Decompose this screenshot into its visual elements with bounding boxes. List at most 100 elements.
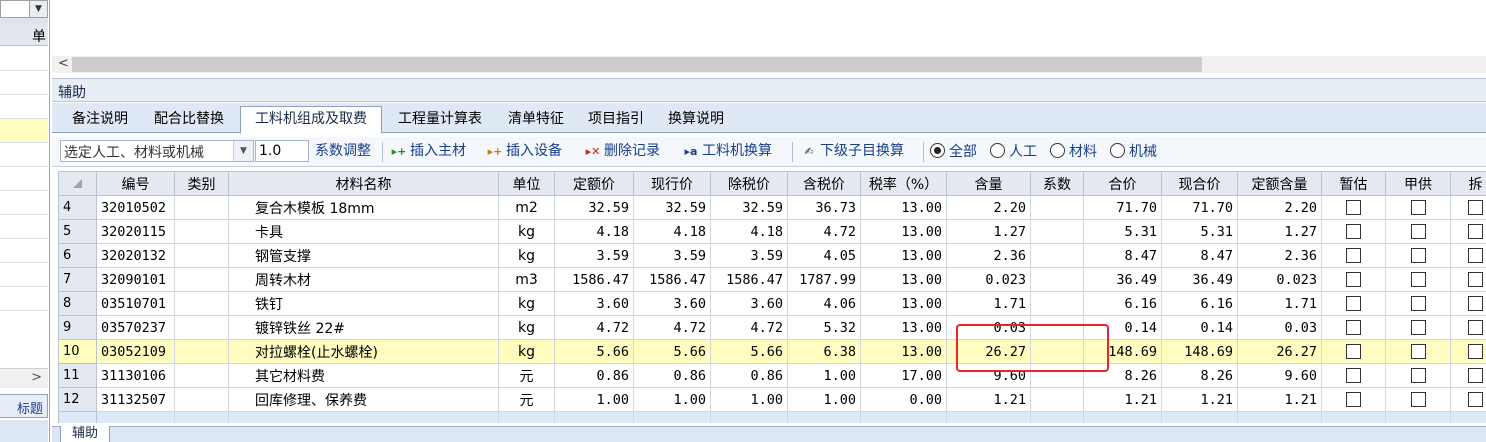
- cell-quantity[interactable]: 9.60: [946, 363, 1031, 388]
- table-row[interactable]: 8 03510701 铁钉 kg 3.60 3.60 3.60 4.06 13.00 1.71 6.…: [58, 291, 1486, 316]
- split-checkbox[interactable]: [1468, 344, 1483, 359]
- cell-quantity[interactable]: 0.023: [946, 267, 1031, 292]
- owner-supply-checkbox[interactable]: [1410, 368, 1426, 383]
- table-row[interactable]: 9 03570237 镀锌铁丝 22# kg 4.72 4.72 4.72 5.32 13.00…: [58, 315, 1486, 340]
- col-header-inc-tax-price[interactable]: 含税价: [787, 171, 861, 196]
- owner-supply-checkbox[interactable]: [1410, 224, 1426, 239]
- owner-supply-checkbox[interactable]: [1410, 272, 1426, 287]
- row-number[interactable]: 8: [58, 291, 97, 316]
- left-row[interactable]: [0, 143, 48, 167]
- filter-machine-radio[interactable]: 机械: [1110, 142, 1157, 162]
- table-row[interactable]: 10 03052109 对拉螺栓(止水螺栓) kg 5.66 5.66 5.66 6.38 13…: [58, 339, 1486, 364]
- split-checkbox[interactable]: [1468, 224, 1483, 239]
- tab-item-guide[interactable]: 项目指引: [578, 107, 654, 133]
- table-row[interactable]: 11 31130106 其它材料费元 0.86 0.86 0.86 1.00 17.00 9.6…: [58, 363, 1486, 388]
- left-row[interactable]: [0, 239, 48, 263]
- row-number[interactable]: 7: [58, 267, 97, 292]
- cell-coefficient[interactable]: [1030, 243, 1084, 268]
- filter-all-radio[interactable]: 全部: [930, 142, 977, 162]
- col-header-category[interactable]: 类别: [174, 171, 229, 196]
- col-header-total[interactable]: 合价: [1083, 171, 1162, 196]
- col-header-name[interactable]: 材料名称: [228, 171, 499, 196]
- left-row[interactable]: [0, 71, 48, 95]
- chevron-down-icon[interactable]: ▼: [29, 1, 47, 17]
- scroll-right-icon[interactable]: >: [31, 370, 42, 385]
- insert-equipment-button[interactable]: ▸+ 插入设备: [486, 141, 562, 163]
- cell-quantity[interactable]: 2.36: [946, 243, 1031, 268]
- provisional-checkbox[interactable]: [1346, 224, 1361, 239]
- table-row[interactable]: 5 32020115 卡具 kg 4.18 4.18 4.18 4.72 13.00 1.27 5.…: [58, 219, 1486, 244]
- left-row[interactable]: [0, 95, 48, 119]
- tab-quantity-calc[interactable]: 工程量计算表: [386, 107, 494, 133]
- insert-main-material-button[interactable]: ▸+ 插入主材: [390, 141, 466, 163]
- col-header-owner-supply[interactable]: 甲供: [1385, 171, 1451, 196]
- owner-supply-checkbox[interactable]: [1410, 248, 1426, 263]
- filter-labor-radio[interactable]: 人工: [990, 142, 1037, 162]
- provisional-checkbox[interactable]: [1346, 320, 1361, 335]
- cell-quantity[interactable]: 1.21: [946, 387, 1031, 412]
- cell-coefficient[interactable]: [1030, 195, 1084, 220]
- row-number[interactable]: 4: [58, 195, 97, 220]
- sub-item-convert-button[interactable]: ✍ 下级子目换算: [800, 141, 904, 163]
- tab-bill-features[interactable]: 清单特征: [498, 107, 574, 133]
- col-header-code[interactable]: 编号: [96, 171, 175, 196]
- cell-coefficient[interactable]: [1030, 387, 1084, 412]
- col-header-tax-rate[interactable]: 税率（%）: [860, 171, 947, 196]
- cell-quantity[interactable]: 1.71: [946, 291, 1031, 316]
- col-header-current-price[interactable]: 现行价: [633, 171, 711, 196]
- type-select[interactable]: 选定人工、材料或机械 ▼: [60, 140, 254, 162]
- left-row[interactable]: [0, 191, 48, 215]
- labor-convert-button[interactable]: ▸a 工料机换算: [682, 141, 772, 163]
- table-row[interactable]: 12 31132507 回库修理、保养费元 1.00 1.00 1.00 1.00 0.00 1…: [58, 387, 1486, 412]
- coefficient-input[interactable]: 1.0: [255, 140, 309, 162]
- split-checkbox[interactable]: [1468, 248, 1483, 263]
- cell-coefficient[interactable]: [1030, 267, 1084, 292]
- tab-labor-material-machine[interactable]: 工料机组成及取费: [240, 106, 382, 134]
- split-checkbox[interactable]: [1468, 320, 1483, 335]
- cell-quantity[interactable]: 26.27: [946, 339, 1031, 364]
- row-number[interactable]: 5: [58, 219, 97, 244]
- col-header-quota-quantity[interactable]: 定额含量: [1237, 171, 1322, 196]
- cell-quantity[interactable]: 0.03: [946, 315, 1031, 340]
- cell-coefficient[interactable]: [1030, 291, 1084, 316]
- provisional-checkbox[interactable]: [1346, 200, 1361, 215]
- row-number[interactable]: 10: [58, 339, 97, 364]
- bottom-tab-auxiliary[interactable]: 辅助: [60, 426, 110, 442]
- left-horizontal-scrollbar[interactable]: >: [0, 368, 48, 388]
- cell-coefficient[interactable]: [1030, 363, 1084, 388]
- col-header-current-total[interactable]: 现合价: [1161, 171, 1238, 196]
- provisional-checkbox[interactable]: [1346, 344, 1361, 359]
- left-row[interactable]: [0, 287, 48, 311]
- left-row-selected[interactable]: [0, 119, 48, 143]
- owner-supply-checkbox[interactable]: [1410, 344, 1426, 359]
- table-row[interactable]: 4 32010502 复合木模板 18mm m2 32.59 32.59 32.59 36.7…: [58, 195, 1486, 220]
- provisional-checkbox[interactable]: [1346, 272, 1361, 287]
- split-checkbox[interactable]: [1468, 296, 1483, 311]
- owner-supply-checkbox[interactable]: [1410, 200, 1426, 215]
- delete-record-button[interactable]: ▸✕ 删除记录: [584, 141, 660, 163]
- owner-supply-checkbox[interactable]: [1410, 320, 1426, 335]
- left-row[interactable]: [0, 47, 48, 71]
- left-row[interactable]: [0, 263, 48, 287]
- row-number[interactable]: 9: [58, 315, 97, 340]
- owner-supply-checkbox[interactable]: [1410, 296, 1426, 311]
- cell-coefficient[interactable]: [1030, 315, 1084, 340]
- split-checkbox[interactable]: [1468, 200, 1483, 215]
- col-header-quota-price[interactable]: 定额价: [554, 171, 634, 196]
- left-row[interactable]: [0, 215, 48, 239]
- scrollbar-thumb[interactable]: [72, 57, 1202, 72]
- col-header-quantity[interactable]: 含量: [946, 171, 1031, 196]
- provisional-checkbox[interactable]: [1346, 248, 1361, 263]
- left-row[interactable]: [0, 167, 48, 191]
- split-checkbox[interactable]: [1468, 368, 1483, 383]
- coefficient-adjust-button[interactable]: 系数调整: [315, 141, 371, 163]
- tab-convert-notes[interactable]: 换算说明: [658, 107, 734, 133]
- top-horizontal-scrollbar[interactable]: <: [52, 56, 1486, 73]
- chevron-down-icon[interactable]: ▼: [233, 141, 253, 161]
- tab-mix-replace[interactable]: 配合比替换: [142, 107, 236, 133]
- table-row[interactable]: 6 32020132 钢管支撑 kg 3.59 3.59 3.59 4.05 13.00 2.36…: [58, 243, 1486, 268]
- grid-corner[interactable]: [58, 171, 97, 196]
- cell-quantity[interactable]: 1.27: [946, 219, 1031, 244]
- col-header-split[interactable]: 拆: [1450, 171, 1486, 196]
- owner-supply-checkbox[interactable]: [1410, 392, 1426, 407]
